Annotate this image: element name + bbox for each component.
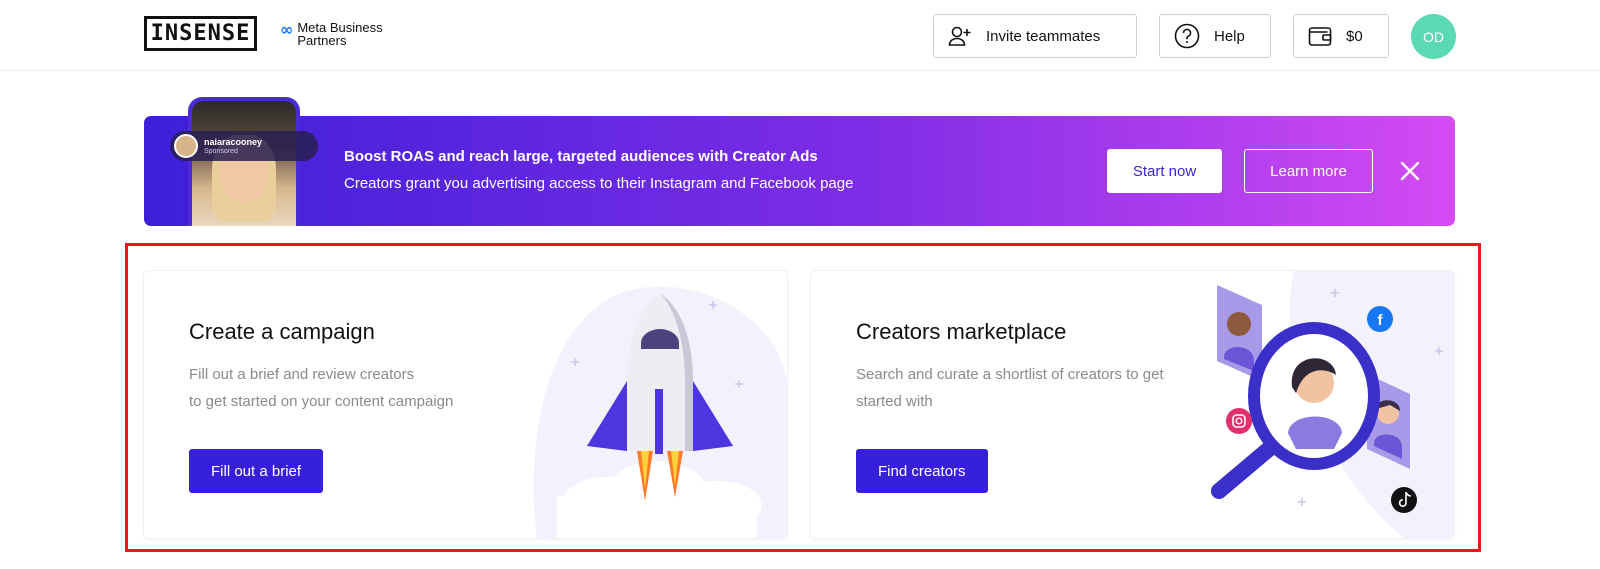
creators-marketplace-description: Search and curate a shortlist of creator… <box>856 361 1196 415</box>
meta-business-partners-badge: ∞ Meta Business Partners <box>280 21 383 47</box>
add-user-icon <box>948 25 972 47</box>
top-header: INSENSE ∞ Meta Business Partners Invite … <box>0 0 1600 71</box>
sponsored-creator-pill: naiaracooney Sponsored <box>170 131 318 161</box>
creator-search-illustration: f <box>1184 271 1454 538</box>
question-circle-icon <box>1174 23 1200 49</box>
learn-more-button[interactable]: Learn more <box>1244 149 1373 193</box>
close-banner-icon[interactable] <box>1398 159 1422 183</box>
meta-badge-line2: Partners <box>297 33 347 48</box>
creator-username: naiaracooney <box>204 136 263 147</box>
creators-marketplace-card: Creators marketplace Search and curate a… <box>811 271 1454 538</box>
insense-logo[interactable]: INSENSE <box>144 16 257 51</box>
create-campaign-desc-line2: to get started on your content campaign <box>189 393 454 410</box>
help-label: Help <box>1214 27 1245 45</box>
create-campaign-description: Fill out a brief and review creators to … <box>189 361 509 415</box>
creators-marketplace-desc-line1: Search and curate a shortlist of creator… <box>856 366 1164 383</box>
banner-subtitle: Creators grant you advertising access to… <box>344 175 854 192</box>
phone-ad-preview-image <box>188 97 300 226</box>
create-campaign-card: Create a campaign Fill out a brief and r… <box>144 271 787 538</box>
creators-marketplace-desc-line2: started with <box>856 393 933 410</box>
invite-teammates-label: Invite teammates <box>986 27 1101 45</box>
fill-out-brief-button[interactable]: Fill out a brief <box>189 449 324 493</box>
find-creators-button[interactable]: Find creators <box>856 449 988 493</box>
wallet-balance-button[interactable]: $0 <box>1293 14 1389 58</box>
meta-logo-icon: ∞ <box>280 20 294 39</box>
banner-title: Boost ROAS and reach large, targeted aud… <box>344 148 818 165</box>
help-button[interactable]: Help <box>1159 14 1271 58</box>
start-now-button[interactable]: Start now <box>1107 149 1222 193</box>
sponsored-label: Sponsored <box>204 147 238 155</box>
wallet-icon <box>1308 25 1332 47</box>
wallet-balance-label: $0 <box>1346 27 1363 45</box>
user-avatar[interactable]: OD <box>1411 14 1456 59</box>
invite-teammates-button[interactable]: Invite teammates <box>933 14 1137 58</box>
creators-marketplace-title: Creators marketplace <box>856 319 1067 344</box>
create-campaign-desc-line1: Fill out a brief and review creators <box>189 366 415 383</box>
creator-avatar <box>174 134 198 158</box>
create-campaign-title: Create a campaign <box>189 319 375 344</box>
rocket-illustration <box>517 271 787 538</box>
